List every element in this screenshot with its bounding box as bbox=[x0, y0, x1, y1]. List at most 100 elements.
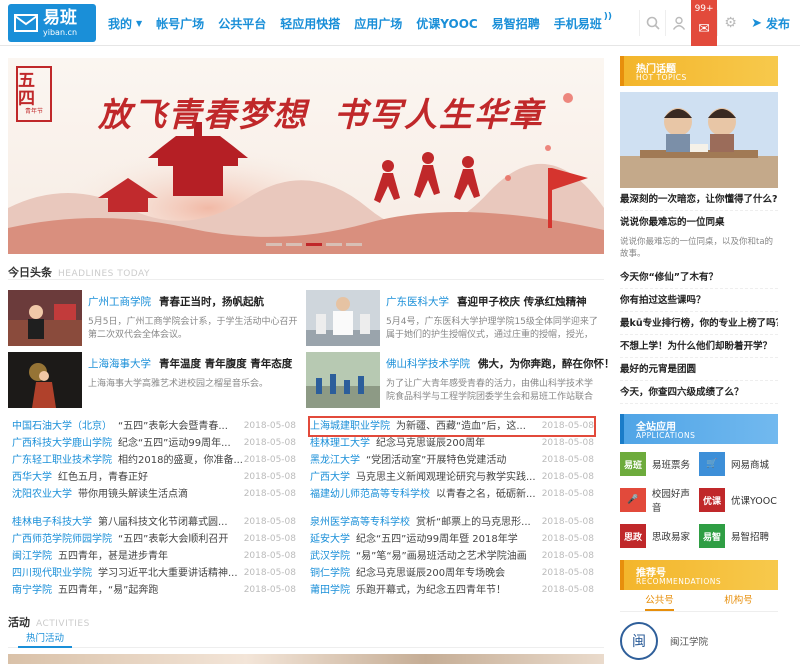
tab-public-accounts[interactable]: 公共号 bbox=[645, 590, 674, 611]
topic-link[interactable]: 最kū专业排行榜，你的专业上榜了吗？ bbox=[620, 312, 778, 335]
list-item[interactable]: 福建幼儿师范高等专科学校 以青春之名，砥砺新... 2018-05-08 bbox=[310, 486, 594, 503]
topic-link[interactable]: 最好的元宵是团圆 bbox=[620, 358, 778, 381]
topic-link[interactable]: 今天你“修仙”了木有？ bbox=[620, 266, 778, 289]
nav-recruit[interactable]: 易智招聘 bbox=[492, 15, 540, 32]
list-item[interactable]: 西华大学 红色五月，青春正好 2018-05-08 bbox=[12, 469, 296, 486]
headlines-section-title: 今日头条 HEADLINES TODAY bbox=[8, 266, 151, 279]
recommendation-tabs: 公共号 机构号 bbox=[620, 590, 778, 612]
feature-title-link[interactable]: 喜迎甲子校庆 传承红烛精神 bbox=[457, 296, 587, 308]
news-list-left: 中国石油大学（北京） “五四”表彰大会暨青春... 2018-05-08 广西科技大… bbox=[12, 418, 296, 503]
list-item[interactable]: 四川现代职业学院 学习习近平北大重要讲话精神... 2018-05-08 bbox=[12, 565, 296, 582]
school-emblem-icon: 闽 bbox=[620, 622, 658, 660]
topic-link[interactable]: 今天，你查四六级成绩了么？ bbox=[620, 381, 778, 404]
yooc-icon: 优课 bbox=[699, 488, 725, 512]
mail-count-badge: 99+ bbox=[694, 4, 714, 14]
list-item[interactable]: 莆田学院 乐跑开幕式，为纪念五四青年节！ 2018-05-08 bbox=[310, 582, 594, 599]
nav-my[interactable]: 我的 ▼ bbox=[108, 15, 142, 32]
list-item[interactable]: 黑龙江大学 “党团活动室”开展特色党建活动 2018-05-08 bbox=[310, 452, 594, 469]
nav-light-app[interactable]: 轻应用快搭 bbox=[280, 15, 340, 32]
nav-account-square[interactable]: 帐号广场 bbox=[156, 15, 204, 32]
feature-source-link[interactable]: 广东医科大学 bbox=[386, 296, 449, 308]
publish-button[interactable]: ➤ 发布 bbox=[751, 15, 790, 32]
app-yooc[interactable]: 优课 优课YOOC bbox=[699, 486, 778, 514]
mail-button[interactable]: 99+ ✉ bbox=[691, 0, 718, 46]
carousel-dot-active[interactable] bbox=[306, 243, 322, 246]
feature-thumbnail[interactable] bbox=[8, 290, 82, 346]
topic-link[interactable]: 你有拍过这些课吗？ bbox=[620, 289, 778, 312]
logo-envelope-icon bbox=[14, 12, 38, 34]
list-item[interactable]: 桂林电子科技大学 第八届科技文化节闭幕式圆... 2018-05-08 bbox=[12, 514, 296, 531]
feature-source-link[interactable]: 广州工商学院 bbox=[88, 296, 151, 308]
activities-tabs: 热门活动 bbox=[8, 632, 604, 648]
recommended-account-name: 闽江学院 bbox=[670, 637, 709, 648]
search-icon[interactable] bbox=[639, 10, 665, 36]
caret-down-icon: ▼ bbox=[136, 18, 143, 28]
feature-description: 为了让广大青年感受青春的活力，由佛山科学技术学院食品科学与工程学院团委学生会和易… bbox=[386, 379, 594, 402]
feature-thumbnail[interactable] bbox=[306, 352, 380, 408]
nav-app-square[interactable]: 应用广场 bbox=[354, 15, 402, 32]
nav-public-platform[interactable]: 公共平台 bbox=[218, 15, 266, 32]
list-item[interactable]: 延安大学 纪念“五四”运动99周年暨 2018年学 2018-05-08 bbox=[310, 531, 594, 548]
sidebar: 热门话题 HOT TOPICS 最深刻的一次暗恋，让你懂得了什么? 说说你最难忘… bbox=[620, 56, 778, 660]
list-item[interactable]: 中国石油大学（北京） “五四”表彰大会暨青春... 2018-05-08 bbox=[12, 418, 296, 435]
app-campus-voice[interactable]: 🎤 校园好声音 bbox=[620, 486, 699, 514]
feature-source-link[interactable]: 上海海事大学 bbox=[88, 358, 151, 370]
list-item[interactable]: 泉州医学高等专科学校 赏析“邮票上的马克思形... 2018-05-08 bbox=[310, 514, 594, 531]
list-item[interactable]: 武汉学院 “易”笔“易”画易班活动之艺术学院油画 2018-05-08 bbox=[310, 548, 594, 565]
tab-institution-accounts[interactable]: 机构号 bbox=[724, 590, 753, 611]
applications-grid: 易班 易班票务 🛒 网易商城 🎤 校园好声音 优课 优课YOOC 思政 思政易家 易智 易智… bbox=[620, 452, 778, 548]
headline-feature[interactable]: 广州工商学院 青春正当时，扬帆起航 5月5日，广州工商学院会计系，于学生活动中心召… bbox=[8, 290, 300, 348]
activities-preview-strip[interactable] bbox=[8, 654, 604, 664]
app-politics-home[interactable]: 思政 思政易家 bbox=[620, 524, 699, 548]
feature-description: 5月5日，广州工商学院会计系，于学生活动中心召开第二次双代会全体会议。 bbox=[88, 317, 298, 340]
feature-description: 5月4号，广东医科大学护理学院15级全体同学迎来了属于她们的护生授帽仪式，通过庄… bbox=[386, 317, 598, 340]
carousel-dot[interactable] bbox=[346, 243, 362, 246]
list-item[interactable]: 桂林理工大学 纪念马克思诞辰200周年 2018-05-08 bbox=[310, 435, 594, 452]
recommended-account[interactable]: 闽 闽江学院 bbox=[620, 622, 778, 660]
tab-hot-activities[interactable]: 热门活动 bbox=[18, 632, 73, 648]
nav-mobile[interactable]: 手机易班)) bbox=[554, 12, 612, 32]
carousel-dots[interactable] bbox=[266, 243, 362, 246]
feature-thumbnail[interactable] bbox=[8, 352, 82, 408]
nav-yooc[interactable]: 优课YOOC bbox=[416, 15, 477, 32]
list-item[interactable]: 广西师范学院师园学院 “五四”表彰大会顺利召开 2018-05-08 bbox=[12, 531, 296, 548]
feature-source-link[interactable]: 佛山科学技术学院 bbox=[386, 358, 470, 370]
carousel-dot[interactable] bbox=[286, 243, 302, 246]
carousel-dot[interactable] bbox=[326, 243, 342, 246]
toolbar: 99+ ✉ ⚙ ➤ 发布 bbox=[639, 0, 790, 46]
list-item[interactable]: 南宁学院 五四青年，“易”起奔跑 2018-05-08 bbox=[12, 582, 296, 599]
topic-link[interactable]: 不想上学！为什么他们却盼着开学？ bbox=[620, 335, 778, 358]
topic-link[interactable]: 最深刻的一次暗恋，让你懂得了什么? bbox=[620, 188, 778, 211]
gear-icon[interactable]: ⚙ bbox=[717, 10, 743, 36]
feature-title-link[interactable]: 青春正当时，扬帆起航 bbox=[159, 296, 264, 308]
user-icon[interactable] bbox=[665, 10, 691, 36]
headline-feature[interactable]: 佛山科学技术学院 佛大，为你奔跑，醉在你怀！ 为了让广大青年感受青春的活力，由佛山… bbox=[306, 352, 615, 410]
list-item[interactable]: 闽江学院 五四青年，甚是进步青年 2018-05-08 bbox=[12, 548, 296, 565]
feature-title-link[interactable]: 佛大，为你奔跑，醉在你怀！ bbox=[478, 358, 615, 370]
list-item-highlighted[interactable]: 上海城建职业学院 为新疆、西藏“造血”后，这... 2018-05-08 bbox=[308, 416, 596, 437]
banner-slogan: 放飞青春梦想 书写人生华章 bbox=[98, 95, 544, 134]
topic-link[interactable]: 说说你最难忘的一位同桌 bbox=[620, 211, 778, 234]
feature-title-link[interactable]: 青年温度 青年腹度 青年态度 bbox=[159, 358, 292, 370]
headline-feature[interactable]: 上海海事大学 青年温度 青年腹度 青年态度 上海海事大学高雅艺术进校园之榴星音乐会… bbox=[8, 352, 300, 410]
feature-thumbnail[interactable] bbox=[306, 290, 380, 346]
app-ticket[interactable]: 易班 易班票务 bbox=[620, 452, 699, 476]
list-item[interactable]: 广西大学 马克思主义新闻观理论研究与教学实践... 2018-05-08 bbox=[310, 469, 594, 486]
top-nav-bar: 易班 yiban.cn 我的 ▼ 帐号广场 公共平台 轻应用快搭 应用广场 优课Y… bbox=[0, 0, 800, 46]
app-recruit[interactable]: 易智 易智招聘 bbox=[699, 524, 778, 548]
list-item[interactable]: 广东轻工职业技术学院 相约2018的盛夏，你准备... 2018-05-08 bbox=[12, 452, 296, 469]
hot-topic-image[interactable] bbox=[620, 92, 778, 188]
mail-icon: ✉ bbox=[698, 21, 710, 37]
may-fourth-seal: 五四 青年节 bbox=[16, 66, 52, 122]
list-item[interactable]: 铜仁学院 纪念马克思诞辰200周年专场晚会 2018-05-08 bbox=[310, 565, 594, 582]
main-nav: 我的 ▼ 帐号广场 公共平台 轻应用快搭 应用广场 优课YOOC 易智招聘 手机易… bbox=[108, 0, 626, 46]
list-item[interactable]: 沈阳农业大学 带你用镜头解读生活点滴 2018-05-08 bbox=[12, 486, 296, 503]
carousel-dot[interactable] bbox=[266, 243, 282, 246]
politics-icon: 思政 bbox=[620, 524, 646, 548]
ticket-icon: 易班 bbox=[620, 452, 646, 476]
app-netease-mall[interactable]: 🛒 网易商城 bbox=[699, 452, 778, 476]
yiban-logo[interactable]: 易班 yiban.cn bbox=[8, 4, 96, 42]
list-item[interactable]: 广西科技大学鹿山学院 纪念“五四”运动99周年... 2018-05-08 bbox=[12, 435, 296, 452]
banner-carousel[interactable]: 五四 青年节 放飞青春梦想 书写人生华章 bbox=[8, 58, 604, 254]
headline-feature[interactable]: 广东医科大学 喜迎甲子校庆 传承红烛精神 5月4号，广东医科大学护理学院15级全体… bbox=[306, 290, 598, 348]
